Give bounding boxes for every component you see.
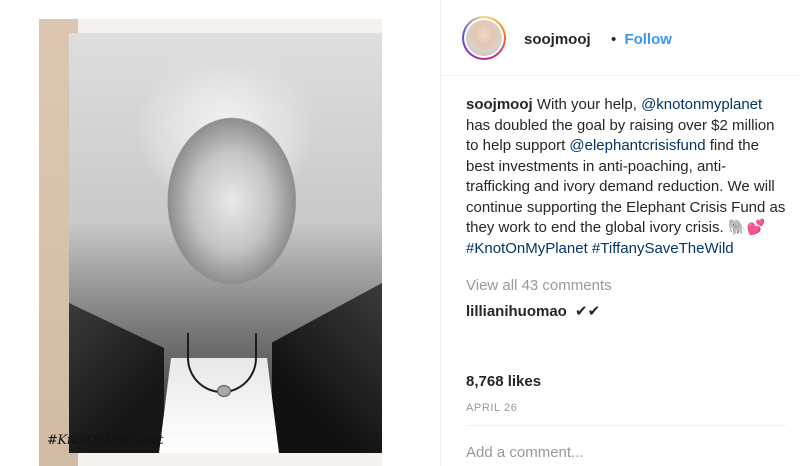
view-all-comments-link[interactable]: View all 43 comments	[466, 277, 612, 294]
post-media[interactable]: #KnotOnMyPlanet	[0, 0, 440, 466]
hashtag-link[interactable]: #KnotOnMyPlanet	[466, 240, 588, 257]
follow-group: • Follow	[611, 31, 672, 48]
post-header: soojmooj • Follow	[441, 0, 800, 76]
caption-text: With your help,	[532, 96, 642, 113]
jacket-right-shape	[272, 283, 382, 453]
follow-button[interactable]: Follow	[624, 31, 672, 48]
comment-item: lillianihuomao ✔✔	[466, 302, 600, 320]
photo-hashtag-signature: #KnotOnMyPlanet	[47, 433, 164, 448]
post-side-panel: soojmooj • Follow soojmooj With your hel…	[440, 0, 800, 466]
post-photo[interactable]: #KnotOnMyPlanet	[39, 19, 382, 466]
likes-count[interactable]: 8,768 likes	[466, 373, 541, 390]
mention-link[interactable]: @elephantcrisisfund	[569, 137, 705, 154]
comment-username[interactable]: lillianihuomao	[466, 303, 567, 320]
mention-link[interactable]: @knotonmyplanet	[641, 96, 762, 113]
avatar-inner	[464, 18, 504, 58]
add-comment-input[interactable]	[466, 441, 786, 463]
post-date[interactable]: APRIL 26	[466, 402, 517, 414]
pendant-shape	[217, 385, 231, 397]
avatar-story-ring[interactable]	[462, 16, 506, 60]
comment-text: ✔✔	[575, 303, 601, 320]
divider	[466, 425, 786, 426]
caption-username[interactable]: soojmooj	[466, 96, 533, 113]
hashtag-link[interactable]: #TiffanySaveTheWild	[592, 240, 734, 257]
post-caption: soojmooj With your help, @knotonmyplanet…	[466, 95, 786, 259]
jacket-left-shape	[69, 303, 164, 453]
portrait-image	[69, 33, 382, 453]
header-username[interactable]: soojmooj	[524, 31, 591, 48]
avatar[interactable]	[466, 20, 502, 56]
separator-dot: •	[611, 31, 617, 48]
